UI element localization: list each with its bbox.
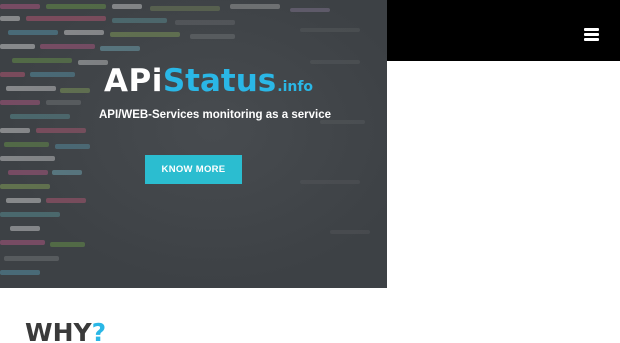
why-heading-text: WHY [25, 318, 92, 343]
know-more-button[interactable]: KNOW MORE [145, 155, 242, 184]
hero-tagline: API/WEB-Services monitoring as a service [98, 109, 331, 121]
logo-text-suffix: .info [277, 79, 314, 95]
hero-overlay [0, 0, 387, 288]
why-section-heading: WHY? [25, 318, 106, 343]
logo-text-accent: Status [162, 63, 277, 99]
page: APiStatus.info API/WEB-Services monitori… [0, 0, 620, 343]
logo-text-main: APi [104, 63, 163, 99]
top-navigation-bar [387, 0, 620, 61]
hamburger-menu-icon[interactable] [584, 28, 599, 41]
site-logo: APiStatus.info [104, 66, 313, 97]
why-heading-question-mark: ? [91, 318, 107, 343]
hero-banner: APiStatus.info API/WEB-Services monitori… [0, 0, 387, 288]
